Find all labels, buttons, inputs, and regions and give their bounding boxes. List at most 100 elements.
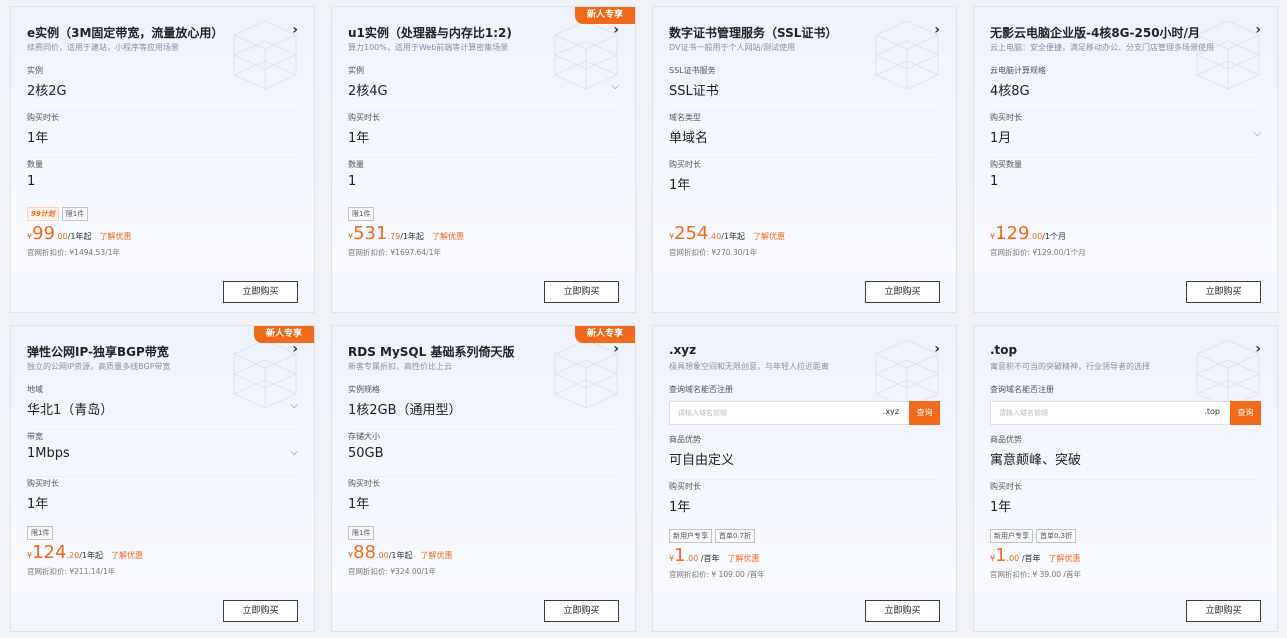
config-field[interactable]: 购买时长 1年 bbox=[669, 157, 940, 204]
field-label: 地域 bbox=[27, 385, 43, 394]
price-decimal: .00 bbox=[376, 551, 389, 560]
chevron-right-icon[interactable]: › bbox=[613, 22, 619, 38]
card-title: e实例（3M固定带宽，流量放心用） bbox=[27, 26, 224, 40]
field-value: 1年 bbox=[669, 178, 691, 193]
buy-now-button[interactable]: 立即购买 bbox=[544, 600, 619, 622]
price-unit: /首年 bbox=[698, 554, 720, 563]
promo-tag: 限1件 bbox=[348, 207, 375, 221]
price-integer: 124 bbox=[32, 542, 67, 563]
config-field[interactable]: 域名类型 单域名 bbox=[669, 110, 940, 158]
query-button[interactable]: 查询 bbox=[909, 401, 940, 425]
field-value: 2核2G bbox=[27, 84, 67, 99]
chevron-down-icon[interactable]: ⌵ bbox=[290, 400, 298, 411]
config-field[interactable]: 购买时长 1年 bbox=[27, 110, 298, 158]
buy-now-button[interactable]: 立即购买 bbox=[223, 600, 298, 622]
tag-row: 99计划 限1件 bbox=[27, 207, 91, 221]
learn-discount-link[interactable]: 了解优惠 bbox=[421, 551, 453, 560]
buy-bar: 立即购买 bbox=[332, 272, 635, 312]
product-card: 数字证书管理服务（SSL证书） › DV证书一般用于个人网站/测试使用 SSL证书服务… bbox=[652, 6, 957, 313]
domain-suffix: .xyz bbox=[882, 407, 899, 416]
card-description: 独立的公网IP资源，高质量多线BGP带宽 bbox=[27, 362, 171, 371]
chevron-down-icon[interactable]: ⌵ bbox=[290, 447, 298, 458]
field-value: 2核4G bbox=[348, 84, 388, 99]
chevron-right-icon[interactable]: › bbox=[934, 22, 940, 38]
product-grid: e实例（3M固定带宽，流量放心用） › 续费同价，适用于建站，小程序等应用场景 实例 2… bbox=[0, 0, 1287, 638]
field-value: 1月 bbox=[990, 131, 1012, 146]
field-label: 实例规格 bbox=[348, 385, 380, 394]
config-field[interactable]: 带宽 1Mbps ⌵ bbox=[27, 429, 298, 477]
price-unit: /1年起 bbox=[400, 232, 424, 241]
query-button[interactable]: 查询 bbox=[1230, 401, 1261, 425]
config-field[interactable]: 商品优势 可自由定义 bbox=[669, 432, 940, 480]
config-field[interactable]: 商品优势 寓意颠峰、突破 bbox=[990, 432, 1261, 480]
config-field[interactable]: SSL证书服务 SSL证书 bbox=[669, 63, 940, 111]
card-title: 弹性公网IP-独享BGP带宽 bbox=[27, 345, 169, 359]
chevron-right-icon[interactable]: › bbox=[292, 341, 298, 357]
chevron-right-icon[interactable]: › bbox=[292, 22, 298, 38]
buy-bar: 立即购买 bbox=[11, 591, 314, 631]
chevron-right-icon[interactable]: › bbox=[1255, 22, 1261, 38]
chevron-right-icon[interactable]: › bbox=[934, 341, 940, 357]
chevron-right-icon[interactable]: › bbox=[1255, 341, 1261, 357]
buy-now-button[interactable]: 立即购买 bbox=[1186, 281, 1261, 303]
config-field[interactable]: 数量 1 bbox=[348, 157, 619, 204]
field-value: 1核2GB（通用型） bbox=[348, 403, 462, 418]
field-label: 云电脑计算规格 bbox=[990, 66, 1046, 75]
price-integer: 1 bbox=[995, 545, 1007, 566]
field-value: 1 bbox=[348, 174, 357, 189]
learn-discount-link[interactable]: 了解优惠 bbox=[432, 232, 464, 241]
field-value: 50GB bbox=[348, 446, 384, 461]
new-user-ribbon: 新人专享 bbox=[575, 326, 635, 343]
buy-now-button[interactable]: 立即购买 bbox=[223, 281, 298, 303]
learn-discount-link[interactable]: 了解优惠 bbox=[1049, 554, 1081, 563]
config-field[interactable]: 购买时长 1年 bbox=[27, 476, 298, 523]
original-price: 官网折扣价: ¥270.30/1年 bbox=[669, 248, 758, 257]
config-field[interactable]: 存储大小 50GB bbox=[348, 429, 619, 477]
product-card: RDS MySQL 基础系列倚天版 › 新客专属折扣，高性价比上云 新人专享 实例规格 1… bbox=[331, 325, 636, 632]
config-field[interactable]: 购买时长 1年 bbox=[348, 110, 619, 158]
config-field[interactable]: 购买时长 1年 bbox=[990, 479, 1261, 526]
config-field[interactable]: 购买数量 1 bbox=[990, 157, 1261, 204]
config-field[interactable]: 购买时长 1年 bbox=[669, 479, 940, 526]
buy-now-button[interactable]: 立即购买 bbox=[865, 600, 940, 622]
learn-discount-link[interactable]: 了解优惠 bbox=[728, 554, 760, 563]
config-field[interactable]: 购买时长 1年 bbox=[348, 476, 619, 523]
tag-row: 新用户专享 首单0.3折 bbox=[990, 529, 1079, 543]
price-line: ¥531.79/1年起 了解优惠 bbox=[348, 223, 464, 245]
domain-search-input[interactable]: 请输入域名前缀 .xyz 查询 bbox=[669, 401, 940, 425]
card-description: DV证书一般用于个人网站/测试使用 bbox=[669, 43, 796, 52]
buy-now-button[interactable]: 立即购买 bbox=[865, 281, 940, 303]
config-field[interactable]: 数量 1 bbox=[27, 157, 298, 204]
promo-tag: 首单0.3折 bbox=[1036, 529, 1077, 543]
field-label: 域名类型 bbox=[669, 113, 701, 122]
learn-discount-link[interactable]: 了解优惠 bbox=[111, 551, 143, 560]
domain-suffix: .top bbox=[1204, 407, 1220, 416]
config-field[interactable]: 云电脑计算规格 4核8G bbox=[990, 63, 1261, 111]
field-value: SSL证书 bbox=[669, 84, 719, 99]
config-field[interactable]: 实例 2核4G ⌵ bbox=[348, 63, 619, 111]
promo-tag: 新用户专享 bbox=[669, 529, 712, 543]
config-field[interactable]: 实例规格 1核2GB（通用型） bbox=[348, 382, 619, 430]
price-integer: 531 bbox=[353, 223, 388, 244]
learn-discount-link[interactable]: 了解优惠 bbox=[100, 232, 132, 241]
chevron-right-icon[interactable]: › bbox=[613, 341, 619, 357]
field-label: 带宽 bbox=[27, 432, 43, 441]
chevron-down-icon[interactable]: ⌵ bbox=[611, 81, 619, 92]
new-user-ribbon: 新人专享 bbox=[254, 326, 314, 343]
buy-now-button[interactable]: 立即购买 bbox=[544, 281, 619, 303]
price-unit: /首年 bbox=[1019, 554, 1041, 563]
promo-tag: 新用户专享 bbox=[990, 529, 1033, 543]
field-value: 1年 bbox=[348, 131, 370, 146]
config-field[interactable]: 购买时长 1月 ⌵ bbox=[990, 110, 1261, 158]
learn-discount-link[interactable]: 了解优惠 bbox=[753, 232, 785, 241]
config-field[interactable]: 实例 2核2G bbox=[27, 63, 298, 111]
field-label: SSL证书服务 bbox=[669, 66, 716, 75]
buy-now-button[interactable]: 立即购买 bbox=[1186, 600, 1261, 622]
field-label: 存储大小 bbox=[348, 432, 380, 441]
original-price: 官网折扣价: ¥1697.64/1年 bbox=[348, 248, 441, 257]
chevron-down-icon[interactable]: ⌵ bbox=[1253, 128, 1261, 139]
domain-search-input[interactable]: 请输入域名前缀 .top 查询 bbox=[990, 401, 1261, 425]
promo-tag: 99计划 bbox=[27, 207, 59, 221]
price-decimal: .40 bbox=[708, 232, 722, 241]
config-field[interactable]: 地域 华北1（青岛） ⌵ bbox=[27, 382, 298, 430]
